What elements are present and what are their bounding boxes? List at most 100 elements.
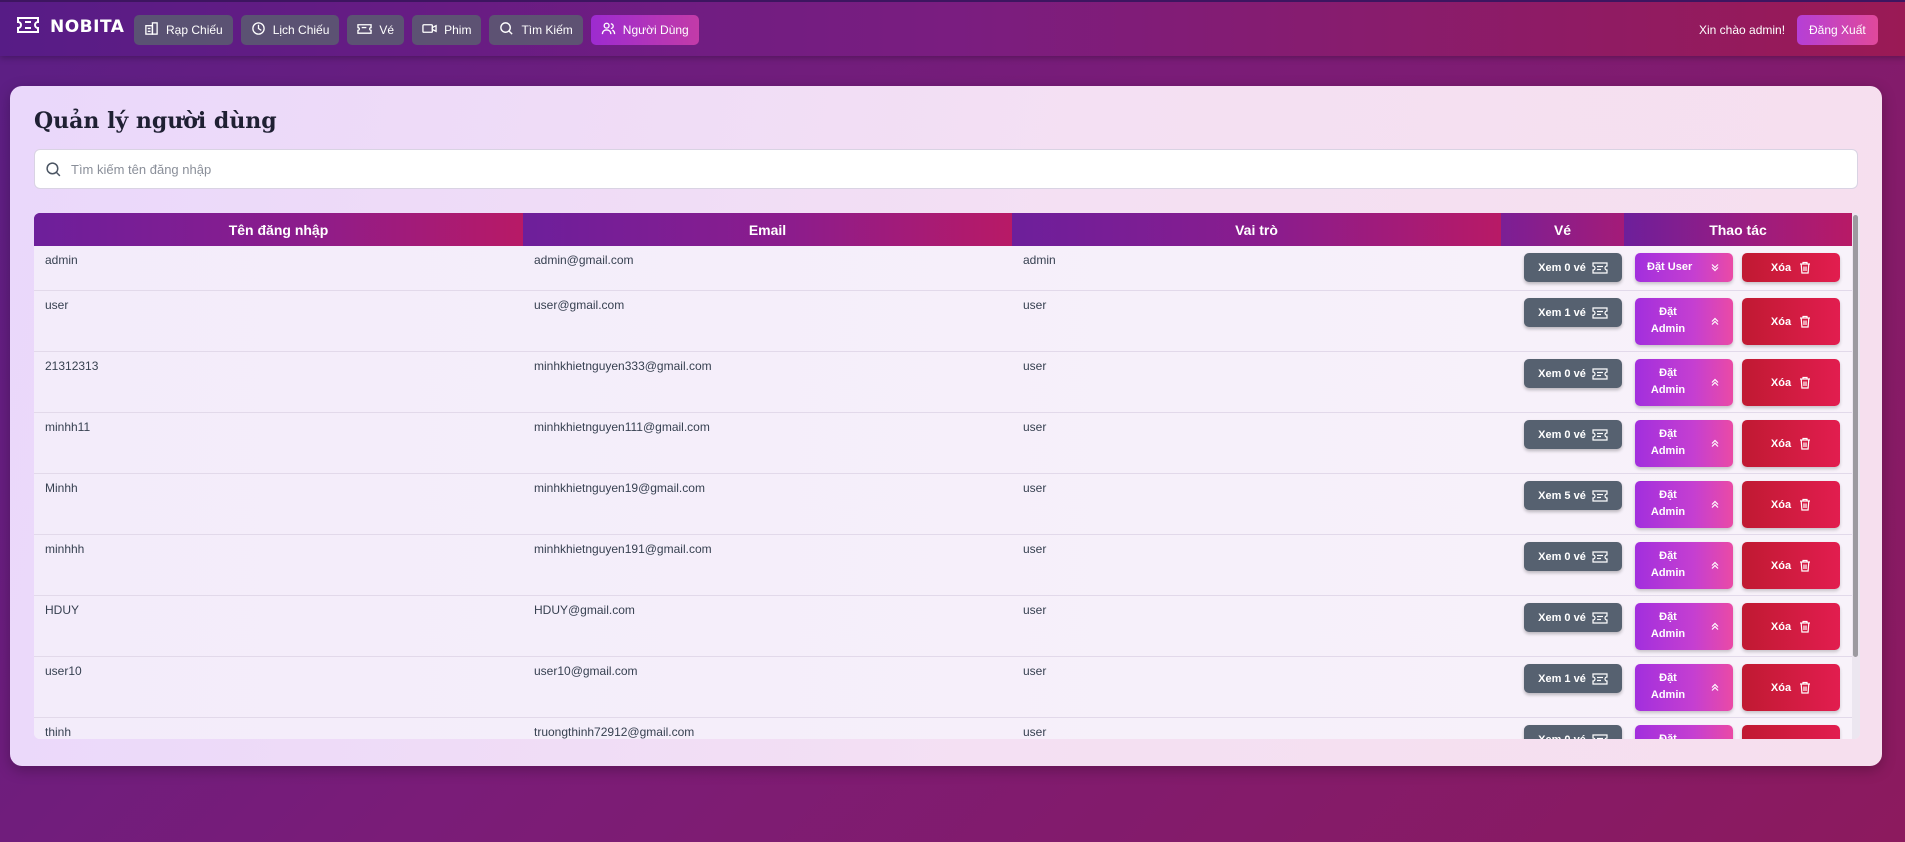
page-title: Quản lý người dùng xyxy=(34,108,277,134)
cell-role: user xyxy=(1023,542,1047,556)
set-admin-button[interactable]: Đặt Admin xyxy=(1635,359,1733,406)
table-scrollbar-thumb[interactable] xyxy=(1853,215,1858,657)
role-action-label: Đặt Admin xyxy=(1650,306,1686,335)
brand[interactable]: NOBITA xyxy=(16,16,124,38)
cell-role: user xyxy=(1023,359,1047,373)
set-admin-button[interactable]: Đặt Admin xyxy=(1635,725,1733,739)
delete-button[interactable]: Xóa xyxy=(1742,420,1840,467)
ticket-icon xyxy=(1592,367,1608,380)
column-header-username: Tên đăng nhập xyxy=(34,213,523,246)
view-tickets-label: Xem 0 vé xyxy=(1538,550,1586,563)
cell-username: Minhh xyxy=(45,481,78,495)
table-row: user10 user10@gmail.com user Xem 1 vé Đặ… xyxy=(34,657,1852,718)
ticket-icon xyxy=(1592,428,1608,441)
cell-role: user xyxy=(1023,725,1047,739)
trash-icon xyxy=(1799,376,1811,389)
view-tickets-button[interactable]: Xem 1 vé xyxy=(1524,298,1622,327)
delete-label: Xóa xyxy=(1770,376,1792,389)
cell-email: minhkhietnguyen333@gmail.com xyxy=(534,359,712,373)
search-icon xyxy=(499,21,514,39)
delete-button[interactable]: Xóa xyxy=(1742,481,1840,528)
ticket-icon xyxy=(1592,306,1608,319)
delete-label: Xóa xyxy=(1770,315,1792,328)
view-tickets-button[interactable]: Xem 1 vé xyxy=(1524,664,1622,693)
view-tickets-button[interactable]: Xem 0 vé xyxy=(1524,542,1622,571)
role-action-label: Đặt Admin xyxy=(1650,489,1686,518)
nav-item-nguoi-dung[interactable]: Người Dùng xyxy=(590,15,699,45)
cell-role: user xyxy=(1023,298,1047,312)
search-box xyxy=(34,149,1858,189)
nav-item-label: Vé xyxy=(379,23,395,37)
delete-label: Xóa xyxy=(1770,261,1792,274)
ticket-icon xyxy=(1592,611,1608,624)
view-tickets-button[interactable]: Xem 0 vé xyxy=(1524,420,1622,449)
set-user-button[interactable]: Đặt User xyxy=(1635,253,1733,282)
table-row: minhh11 minhkhietnguyen111@gmail.com use… xyxy=(34,413,1852,474)
search-input[interactable] xyxy=(71,158,1771,180)
trash-icon xyxy=(1799,498,1811,511)
cell-email: HDUY@gmail.com xyxy=(534,603,635,617)
cell-email: admin@gmail.com xyxy=(534,253,634,267)
set-admin-button[interactable]: Đặt Admin xyxy=(1635,542,1733,589)
delete-button[interactable]: Xóa xyxy=(1742,298,1840,345)
delete-label: Xóa xyxy=(1770,498,1792,511)
delete-button[interactable]: Xóa xyxy=(1742,253,1840,282)
ticket-icon xyxy=(1592,261,1608,274)
cell-username: minhhh xyxy=(45,542,85,556)
clock-icon xyxy=(251,21,266,39)
ticket-icon xyxy=(1592,489,1608,502)
set-admin-button[interactable]: Đặt Admin xyxy=(1635,298,1733,345)
delete-label: Xóa xyxy=(1770,681,1792,694)
nav-item-ve[interactable]: Vé xyxy=(347,15,405,45)
delete-button[interactable]: Xóa xyxy=(1742,603,1840,650)
delete-label: Xóa xyxy=(1770,620,1792,633)
trash-icon xyxy=(1799,261,1811,274)
cell-role: user xyxy=(1023,481,1047,495)
delete-button[interactable]: Xóa xyxy=(1742,725,1840,739)
cell-username: 21312313 xyxy=(45,359,99,373)
building-icon xyxy=(144,21,159,39)
role-action-label: Đặt Admin xyxy=(1650,428,1686,457)
column-header-role: Vai trò xyxy=(1012,213,1501,246)
delete-button[interactable]: Xóa xyxy=(1742,664,1840,711)
cell-email: user@gmail.com xyxy=(534,298,625,312)
set-admin-button[interactable]: Đặt Admin xyxy=(1635,481,1733,528)
view-tickets-button[interactable]: Xem 0 vé xyxy=(1524,359,1622,388)
view-tickets-button[interactable]: Xem 0 vé xyxy=(1524,725,1622,739)
set-admin-button[interactable]: Đặt Admin xyxy=(1635,603,1733,650)
cell-role: admin xyxy=(1023,253,1056,267)
nav-item-rap-chieu[interactable]: Rạp Chiếu xyxy=(134,15,233,45)
table-row: thinh truongthinh72912@gmail.com user Xe… xyxy=(34,718,1852,739)
column-header-tickets: Vé xyxy=(1501,213,1624,246)
view-tickets-button[interactable]: Xem 5 vé xyxy=(1524,481,1622,510)
view-tickets-button[interactable]: Xem 0 vé xyxy=(1524,603,1622,632)
view-tickets-label: Xem 0 vé xyxy=(1538,734,1586,740)
delete-label: Xóa xyxy=(1770,437,1792,450)
set-admin-button[interactable]: Đặt Admin xyxy=(1635,420,1733,467)
set-admin-button[interactable]: Đặt Admin xyxy=(1635,664,1733,711)
view-tickets-button[interactable]: Xem 0 vé xyxy=(1524,253,1622,282)
role-action-label: Đặt Admin xyxy=(1659,733,1677,739)
cell-role: user xyxy=(1023,603,1047,617)
cell-email: truongthinh72912@gmail.com xyxy=(534,725,695,739)
cell-username: HDUY xyxy=(45,603,80,617)
view-tickets-label: Xem 0 vé xyxy=(1538,261,1586,274)
greeting-text: Xin chào admin! xyxy=(1699,23,1786,37)
nav-item-phim[interactable]: Phim xyxy=(412,15,482,45)
nav-item-tim-kiem[interactable]: Tìm Kiếm xyxy=(489,15,583,45)
user-management-card: Quản lý người dùng Tên đăng nhập Email V… xyxy=(10,86,1882,766)
logout-button[interactable]: Đăng Xuất xyxy=(1797,15,1878,45)
trash-icon xyxy=(1799,559,1811,572)
delete-button[interactable]: Xóa xyxy=(1742,542,1840,589)
cell-username: user10 xyxy=(45,664,82,678)
view-tickets-label: Xem 0 vé xyxy=(1538,428,1586,441)
cell-email: minhkhietnguyen19@gmail.com xyxy=(534,481,705,495)
delete-button[interactable]: Xóa xyxy=(1742,359,1840,406)
trash-icon xyxy=(1799,437,1811,450)
ticket-icon xyxy=(357,21,373,39)
view-tickets-label: Xem 1 vé xyxy=(1538,306,1586,319)
cell-username: minhh11 xyxy=(45,420,91,434)
table-row: user user@gmail.com user Xem 1 vé Đặt Ad… xyxy=(34,291,1852,352)
table-row: minhhh minhkhietnguyen191@gmail.com user… xyxy=(34,535,1852,596)
nav-item-lich-chieu[interactable]: Lịch Chiếu xyxy=(240,15,340,45)
